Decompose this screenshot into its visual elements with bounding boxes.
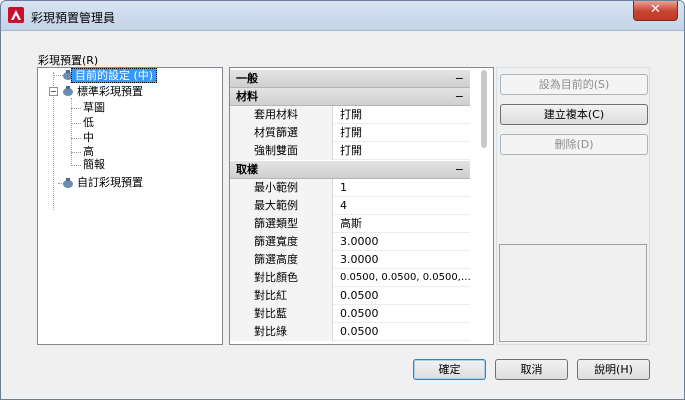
property-name: 對比顏色: [230, 269, 333, 287]
teapot-icon: [63, 178, 73, 188]
property-value[interactable]: 0.0500: [340, 323, 379, 341]
tree-line: [71, 152, 81, 153]
tree-item-standard-presets[interactable]: 標準彩現預置: [77, 84, 143, 100]
section-header-materials[interactable]: 材料 −: [230, 88, 470, 106]
property-row[interactable]: 對比綠 0.0500: [230, 323, 470, 341]
render-presets-tree[interactable]: 目前的設定 (中) − 標準彩現預置 草圖 低 中 高 簡報 自訂彩現預置: [37, 67, 223, 345]
property-row[interactable]: 篩選寬度 3.0000: [230, 233, 470, 251]
create-copy-button[interactable]: 建立複本(C): [500, 104, 648, 125]
tree-item-current-settings[interactable]: 目前的設定 (中): [71, 68, 158, 84]
property-name: 套用材料: [230, 106, 333, 124]
autocad-app-icon: [8, 7, 24, 23]
tree-item-presentation[interactable]: 簡報: [83, 157, 105, 173]
scrollbar-thumb[interactable]: [481, 70, 487, 148]
collapse-icon[interactable]: −: [455, 161, 464, 179]
collapse-icon[interactable]: −: [455, 88, 464, 106]
render-presets-manager-dialog: 彩現預置管理員 ✕ 彩現預置(R) 目前的設定 (中) − 標準彩現預置 草圖 …: [0, 0, 685, 400]
collapse-icon[interactable]: −: [455, 70, 464, 88]
preview-thumbnail: [499, 244, 647, 342]
property-value[interactable]: 4: [340, 197, 347, 215]
tree-line: [71, 138, 81, 139]
delete-button[interactable]: 刪除(D): [500, 134, 648, 155]
tree-item-label: 標準彩現預置: [77, 85, 143, 98]
tree-line: [71, 165, 81, 166]
properties-scrollbar[interactable]: [478, 70, 490, 342]
help-button[interactable]: 說明(H): [577, 359, 650, 380]
collapse-icon[interactable]: −: [49, 87, 58, 96]
property-row[interactable]: 對比顏色 0.0500, 0.0500, 0.0500,…: [230, 269, 471, 287]
property-value[interactable]: 0.0500, 0.0500, 0.0500,…: [340, 269, 471, 287]
property-name: 對比紅: [230, 287, 333, 305]
tree-line: [71, 108, 81, 109]
property-row[interactable]: 對比紅 0.0500: [230, 287, 470, 305]
property-name: 最大範例: [230, 197, 333, 215]
property-value[interactable]: 高斯: [340, 215, 362, 233]
close-icon: ✕: [650, 2, 661, 17]
cancel-button[interactable]: 取消: [495, 359, 568, 380]
property-row[interactable]: 最大範例 4: [230, 197, 470, 215]
property-row[interactable]: 最小範例 1: [230, 179, 470, 197]
property-name: 材質篩選: [230, 124, 333, 142]
property-row[interactable]: 材質篩選 打開: [230, 124, 470, 142]
property-name: 篩選類型: [230, 215, 333, 233]
window-title: 彩現預置管理員: [31, 11, 116, 25]
render-presets-label: 彩現預置(R): [38, 54, 99, 67]
property-value[interactable]: 打開: [340, 142, 362, 160]
property-value[interactable]: 打開: [340, 106, 362, 124]
close-button[interactable]: ✕: [633, 1, 678, 21]
property-name: 對比藍: [230, 305, 333, 323]
teapot-icon: [63, 86, 73, 96]
property-name: 強制雙面: [230, 142, 333, 160]
tree-item-low[interactable]: 低: [83, 115, 94, 131]
property-row[interactable]: 篩選高度 3.0000: [230, 251, 470, 269]
tree-item-label: 目前的設定 (中): [71, 68, 158, 83]
property-value[interactable]: 0.0500: [340, 305, 379, 323]
section-title: 取樣: [236, 163, 258, 176]
property-value[interactable]: 打開: [340, 124, 362, 142]
section-header-sampling[interactable]: 取樣 −: [230, 161, 470, 179]
property-name: 篩選高度: [230, 251, 333, 269]
property-row[interactable]: 篩選類型 高斯: [230, 215, 470, 233]
tree-item-draft[interactable]: 草圖: [83, 100, 105, 116]
property-value[interactable]: 1: [340, 179, 347, 197]
property-name: 篩選寬度: [230, 233, 333, 251]
property-row[interactable]: 強制雙面 打開: [230, 142, 470, 160]
dialog-body: 彩現預置(R) 目前的設定 (中) − 標準彩現預置 草圖 低 中 高 簡報 自…: [8, 31, 678, 394]
section-title: 材料: [236, 90, 258, 103]
tree-item-label: 自訂彩現預置: [77, 176, 143, 189]
tree-item-label: 簡報: [83, 158, 105, 171]
property-row[interactable]: 對比藍 0.0500: [230, 305, 470, 323]
properties-palette[interactable]: 一般 − 材料 − 套用材料 打開 材質篩選 打開 強制雙面 打開 取樣 − 最…: [229, 67, 494, 345]
ok-button[interactable]: 確定: [413, 359, 486, 380]
section-header-general[interactable]: 一般 −: [230, 70, 470, 88]
tree-item-custom-presets[interactable]: 自訂彩現預置: [77, 175, 143, 191]
property-value[interactable]: 3.0000: [340, 233, 379, 251]
tree-item-label: 低: [83, 116, 94, 129]
property-row[interactable]: 套用材料 打開: [230, 106, 470, 124]
property-value[interactable]: 3.0000: [340, 251, 379, 269]
property-name: 對比綠: [230, 323, 333, 341]
tree-item-label: 草圖: [83, 101, 105, 114]
tree-line: [71, 123, 81, 124]
tree-item-label: 中: [83, 131, 94, 144]
title-bar[interactable]: 彩現預置管理員 ✕: [1, 1, 684, 31]
property-name: 最小範例: [230, 179, 333, 197]
property-value[interactable]: 0.0500: [340, 287, 379, 305]
section-title: 一般: [236, 72, 258, 85]
set-current-button[interactable]: 設為目前的(S): [500, 74, 648, 95]
